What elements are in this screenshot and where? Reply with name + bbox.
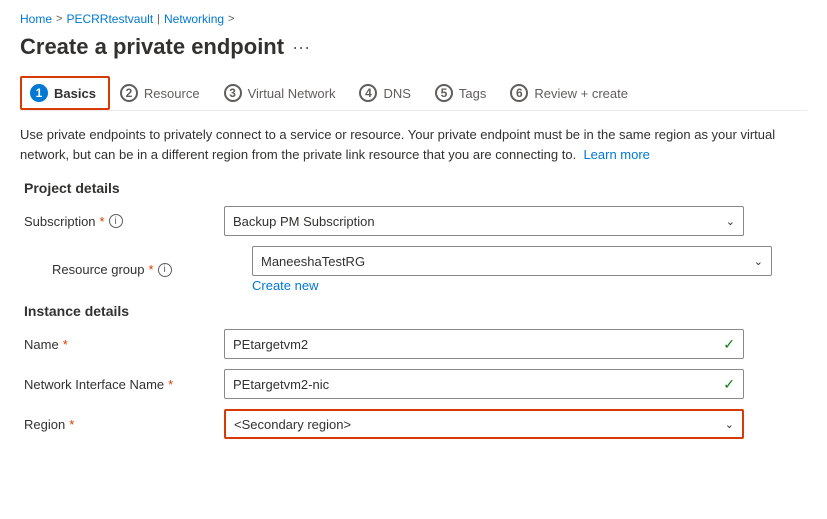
learn-more-link[interactable]: Learn more: [583, 147, 649, 162]
resource-group-required: *: [149, 262, 154, 277]
region-dropdown[interactable]: <Secondary region> ⌄: [224, 409, 744, 439]
tab-virtual-network[interactable]: 3 Virtual Network: [214, 76, 350, 110]
tab-tags[interactable]: 5 Tags: [425, 76, 500, 110]
region-arrow-icon: ⌄: [725, 418, 734, 431]
name-row: Name * ✓: [24, 329, 807, 359]
page-title: Create a private endpoint: [20, 34, 284, 60]
name-check-icon: ✓: [723, 336, 735, 353]
resource-group-arrow-icon: ⌄: [754, 255, 763, 268]
breadcrumb-sep1: >: [56, 13, 62, 25]
nic-required: *: [168, 377, 173, 392]
page-title-menu[interactable]: ···: [292, 37, 310, 58]
name-label: Name: [24, 337, 59, 352]
tab-basics-label: Basics: [54, 86, 96, 101]
resource-group-value: ManeeshaTestRG: [261, 254, 365, 269]
nic-label: Network Interface Name: [24, 377, 164, 392]
instance-details-title: Instance details: [24, 303, 807, 319]
resource-group-dropdown[interactable]: ManeeshaTestRG ⌄: [252, 246, 772, 276]
breadcrumb-vault[interactable]: PECRRtestvault: [66, 12, 153, 26]
breadcrumb: Home > PECRRtestvault | Networking >: [20, 12, 807, 26]
breadcrumb-section[interactable]: Networking: [164, 12, 224, 26]
nic-input-field[interactable]: ✓: [224, 369, 744, 399]
name-input[interactable]: [233, 337, 723, 352]
create-new-link[interactable]: Create new: [252, 278, 772, 293]
subscription-info-icon[interactable]: i: [109, 214, 123, 228]
subscription-label: Subscription: [24, 214, 96, 229]
tab-resource-num: 2: [120, 84, 138, 102]
tab-dns[interactable]: 4 DNS: [349, 76, 424, 110]
breadcrumb-home[interactable]: Home: [20, 12, 52, 26]
name-input-field[interactable]: ✓: [224, 329, 744, 359]
tab-dns-label: DNS: [383, 86, 410, 101]
tab-vnet-num: 3: [224, 84, 242, 102]
tab-basics-num: 1: [30, 84, 48, 102]
description-text: Use private endpoints to privately conne…: [20, 125, 780, 164]
tab-dns-num: 4: [359, 84, 377, 102]
tab-tags-label: Tags: [459, 86, 486, 101]
project-details-title: Project details: [24, 180, 807, 196]
subscription-row: Subscription * i Backup PM Subscription …: [24, 206, 807, 236]
resource-group-row: Resource group * i ManeeshaTestRG ⌄ Crea…: [24, 246, 807, 293]
subscription-arrow-icon: ⌄: [726, 215, 735, 228]
region-required: *: [69, 417, 74, 432]
breadcrumb-sep2: |: [157, 13, 160, 25]
tab-tags-num: 5: [435, 84, 453, 102]
tab-review[interactable]: 6 Review + create: [500, 76, 642, 110]
wizard-tabs: 1 Basics 2 Resource 3 Virtual Network 4 …: [20, 76, 807, 111]
tab-resource-label: Resource: [144, 86, 200, 101]
nic-row: Network Interface Name * ✓: [24, 369, 807, 399]
tab-vnet-label: Virtual Network: [248, 86, 336, 101]
name-required: *: [63, 337, 68, 352]
subscription-dropdown[interactable]: Backup PM Subscription ⌄: [224, 206, 744, 236]
nic-check-icon: ✓: [723, 376, 735, 393]
resource-group-label: Resource group: [52, 262, 145, 277]
tab-review-num: 6: [510, 84, 528, 102]
tab-basics[interactable]: 1 Basics: [20, 76, 110, 110]
nic-input[interactable]: [233, 377, 723, 392]
tab-review-label: Review + create: [534, 86, 628, 101]
tab-resource[interactable]: 2 Resource: [110, 76, 214, 110]
region-label: Region: [24, 417, 65, 432]
region-row: Region * <Secondary region> ⌄: [24, 409, 807, 439]
subscription-value: Backup PM Subscription: [233, 214, 375, 229]
subscription-required: *: [100, 214, 105, 229]
region-value: <Secondary region>: [234, 417, 351, 432]
resource-group-info-icon[interactable]: i: [158, 263, 172, 277]
breadcrumb-sep3: >: [228, 13, 234, 25]
